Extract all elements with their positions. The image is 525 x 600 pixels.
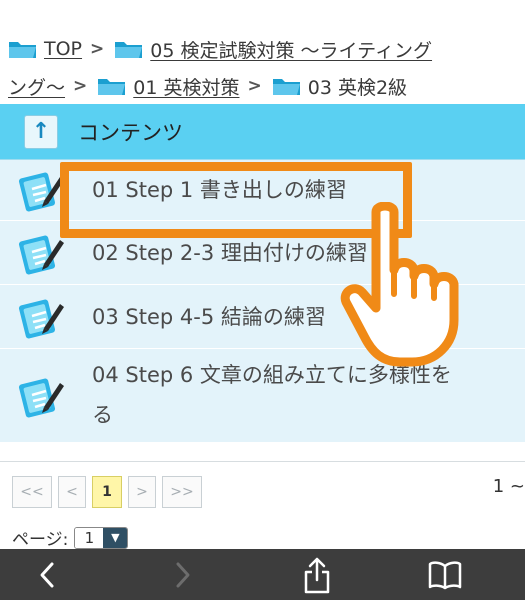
browser-toolbar bbox=[0, 549, 525, 600]
first-page-button[interactable]: << bbox=[12, 476, 52, 508]
table-header: ↑ コンテンツ bbox=[0, 104, 525, 160]
page-selector: ページ: 1 ▼ bbox=[12, 525, 129, 550]
table-row[interactable]: 04 Step 6 文章の組み立てに多様性を る bbox=[0, 349, 525, 443]
page-select-value: 1 bbox=[75, 527, 104, 548]
table-header-label: コンテンツ bbox=[78, 120, 183, 145]
up-arrow-icon[interactable]: ↑ bbox=[24, 114, 58, 149]
breadcrumb-current: 03 英検2級 bbox=[307, 76, 408, 99]
share-icon bbox=[304, 557, 330, 593]
back-button[interactable] bbox=[22, 549, 72, 600]
dropdown-arrow-icon: ▼ bbox=[103, 527, 128, 548]
content-title[interactable]: 04 Step 6 文章の組み立てに多様性を る bbox=[92, 355, 522, 435]
page-selector-label: ページ: bbox=[12, 530, 69, 550]
pencil-note-icon bbox=[18, 378, 64, 418]
pencil-note-icon bbox=[18, 172, 64, 212]
content-title[interactable]: 01 Step 1 書き出しの練習 bbox=[92, 170, 347, 210]
folder-icon bbox=[272, 79, 300, 95]
breadcrumb-line-1: TOP > 05 検定試験対策 ～ライティング bbox=[8, 31, 432, 67]
content-title[interactable]: 03 Step 4-5 結論の練習 bbox=[92, 297, 326, 337]
breadcrumb-eiken-link[interactable]: 01 英検対策 bbox=[133, 73, 239, 100]
share-button[interactable] bbox=[292, 549, 342, 600]
table-row[interactable]: 01 Step 1 書き出しの練習 bbox=[0, 160, 525, 221]
chevron-right-icon: > bbox=[247, 76, 262, 96]
chevron-right-icon: > bbox=[73, 76, 88, 96]
next-page-button[interactable]: > bbox=[128, 476, 156, 508]
breadcrumb-exam-link-cont[interactable]: ング～ bbox=[8, 73, 65, 100]
folder-icon bbox=[9, 42, 36, 58]
content-title-line-1: 04 Step 6 文章の組み立てに多様性を bbox=[92, 363, 452, 387]
chevron-right-icon: > bbox=[90, 39, 105, 59]
pagination: << < 1 > >> 1 ~ ページ: 1 ▼ bbox=[0, 461, 525, 550]
breadcrumb-top-link[interactable]: TOP bbox=[44, 38, 82, 60]
pencil-note-icon bbox=[18, 299, 64, 338]
breadcrumb: TOP > 05 検定試験対策 ～ライティング ング～ > 01 英検対策 > … bbox=[0, 0, 525, 104]
breadcrumb-line-2: ング～ > 01 英検対策 > 03 英検2級 bbox=[8, 68, 407, 104]
contents-table: ↑ コンテンツ 01 Step 1 書き出しの練習 02 Step 2-3 理由… bbox=[0, 104, 525, 443]
pagination-buttons: << < 1 > >> bbox=[12, 476, 208, 508]
back-icon bbox=[40, 562, 54, 587]
table-row[interactable]: 03 Step 4-5 結論の練習 bbox=[0, 285, 525, 349]
folder-icon bbox=[115, 42, 143, 58]
breadcrumb-exam-link[interactable]: 05 検定試験対策 ～ライティング bbox=[150, 36, 432, 63]
forward-icon bbox=[176, 562, 190, 587]
content-title[interactable]: 02 Step 2-3 理由付けの練習 bbox=[92, 233, 368, 273]
table-row[interactable]: 02 Step 2-3 理由付けの練習 bbox=[0, 221, 525, 285]
prev-page-button[interactable]: < bbox=[58, 476, 86, 508]
current-page-button[interactable]: 1 bbox=[92, 476, 122, 508]
last-page-button[interactable]: >> bbox=[162, 476, 202, 508]
page-select[interactable]: 1 ▼ bbox=[74, 526, 129, 549]
pencil-note-icon bbox=[18, 235, 64, 274]
content-title-line-2: る bbox=[92, 403, 113, 427]
folder-icon bbox=[98, 79, 126, 95]
bookmarks-icon bbox=[428, 560, 462, 589]
item-range: 1 ~ bbox=[492, 476, 525, 497]
forward-button[interactable] bbox=[158, 549, 208, 600]
bookmarks-button[interactable] bbox=[420, 549, 470, 600]
